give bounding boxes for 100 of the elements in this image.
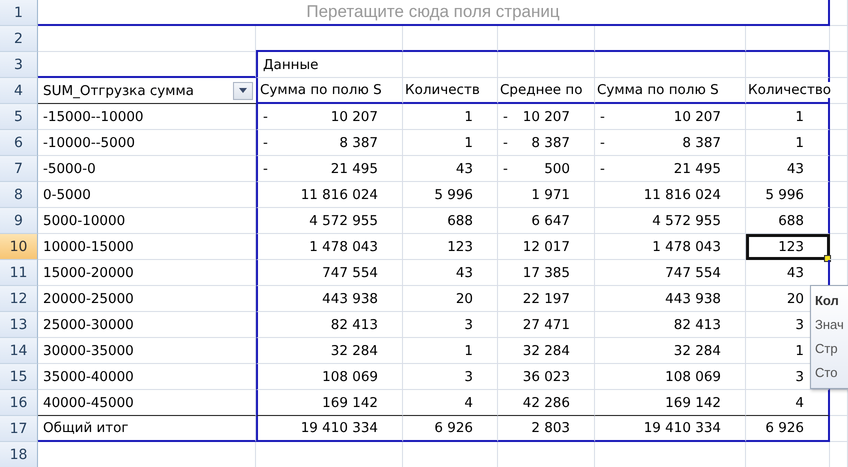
table-cell: 3	[403, 312, 498, 338]
table-cell	[830, 208, 848, 234]
table-cell: 32 284	[595, 338, 746, 364]
row-header[interactable]: 10	[0, 234, 38, 260]
row-header[interactable]: 11	[0, 260, 38, 286]
table-cell	[830, 182, 848, 208]
table-cell: 1 478 043	[256, 234, 403, 260]
table-cell: 5 996	[746, 182, 830, 208]
table-cell: - 8 387	[498, 130, 595, 156]
table-cell	[830, 78, 848, 104]
table-cell: 1	[746, 130, 830, 156]
row-label: 20000-25000	[43, 290, 134, 306]
table-cell: - 500	[498, 156, 595, 182]
table-cell: 1	[403, 338, 498, 364]
table-cell: 443 938	[595, 286, 746, 312]
row-header[interactable]: 7	[0, 156, 38, 182]
row-label: 5000-10000	[43, 212, 126, 228]
table-cell: 19 410 334	[595, 416, 746, 442]
table-cell: - 10 207	[498, 104, 595, 130]
table-cell	[830, 26, 848, 52]
row-header[interactable]: 18	[0, 442, 38, 467]
table-cell: 20	[403, 286, 498, 312]
row-header[interactable]: 6	[0, 130, 38, 156]
table-cell: 688	[746, 208, 830, 234]
row-header[interactable]: 3	[0, 52, 38, 78]
table-cell: 32 284	[498, 338, 595, 364]
row-label: 40000-45000	[43, 394, 134, 410]
data-label: Данные	[256, 52, 403, 78]
table-cell: 6 647	[498, 208, 595, 234]
table-cell: 5 996	[403, 182, 498, 208]
row-label: Общий итог	[43, 420, 128, 436]
table-cell: 43	[403, 156, 498, 182]
column-header: Среднее по	[500, 82, 582, 98]
table-cell	[830, 390, 848, 416]
table-cell: 43	[746, 156, 830, 182]
row-label: -5000-0	[43, 160, 96, 176]
caret-icon	[239, 88, 247, 93]
row-label: 0-5000	[43, 186, 91, 202]
table-cell: 22 197	[498, 286, 595, 312]
row-header[interactable]: 14	[0, 338, 38, 364]
column-header: Сумма по полю S	[597, 82, 719, 98]
table-cell: 1 971	[498, 182, 595, 208]
row-header[interactable]: 2	[0, 26, 38, 52]
row-header[interactable]: 12	[0, 286, 38, 312]
table-cell: - 10 207	[256, 104, 403, 130]
row-label: -15000--10000	[43, 108, 144, 124]
table-cell: - 10 207	[595, 104, 746, 130]
row-header[interactable]: 16	[0, 390, 38, 416]
table-cell: 4	[403, 390, 498, 416]
filter-dropdown-button[interactable]	[233, 82, 253, 100]
table-cell: 1	[746, 104, 830, 130]
table-cell: 747 554	[595, 260, 746, 286]
table-cell: 108 069	[256, 364, 403, 390]
table-cell: 1	[403, 104, 498, 130]
fill-handle[interactable]	[824, 255, 831, 262]
table-cell: 6 926	[746, 416, 830, 442]
table-cell: - 21 495	[256, 156, 403, 182]
table-cell: 12 017	[498, 234, 595, 260]
table-cell	[830, 52, 848, 78]
table-cell: 123	[746, 234, 830, 260]
table-cell	[830, 130, 848, 156]
table-cell: 2 803	[498, 416, 595, 442]
column-header: Сумма по полю S	[260, 82, 382, 98]
row-header[interactable]: 4	[0, 78, 38, 104]
table-cell	[830, 156, 848, 182]
table-cell: 11 816 024	[595, 182, 746, 208]
table-cell: 443 938	[256, 286, 403, 312]
table-cell: 82 413	[595, 312, 746, 338]
table-cell: 169 142	[595, 390, 746, 416]
table-cell: 747 554	[256, 260, 403, 286]
table-cell: 36 023	[498, 364, 595, 390]
table-cell: 6 926	[403, 416, 498, 442]
table-cell	[830, 416, 848, 442]
row-header[interactable]: 15	[0, 364, 38, 390]
table-cell: 43	[403, 260, 498, 286]
table-cell: 4 572 955	[256, 208, 403, 234]
row-label: 10000-15000	[43, 238, 134, 254]
table-cell: 108 069	[595, 364, 746, 390]
table-cell	[830, 104, 848, 130]
table-cell: 17 385	[498, 260, 595, 286]
row-field-label: SUM_Отгрузка сумма	[43, 82, 194, 98]
table-cell: 32 284	[256, 338, 403, 364]
row-header[interactable]: 5	[0, 104, 38, 130]
row-label: 15000-20000	[43, 264, 134, 280]
table-cell: 1 478 043	[595, 234, 746, 260]
row-header[interactable]: 1	[0, 0, 38, 26]
table-cell: 688	[403, 208, 498, 234]
table-cell: 42 286	[498, 390, 595, 416]
table-cell: 19 410 334	[256, 416, 403, 442]
row-label: 30000-35000	[43, 342, 134, 358]
row-header[interactable]: 8	[0, 182, 38, 208]
table-cell: 4 572 955	[595, 208, 746, 234]
table-cell: 123	[403, 234, 498, 260]
row-header[interactable]: 9	[0, 208, 38, 234]
table-cell: 11 816 024	[256, 182, 403, 208]
row-header[interactable]: 13	[0, 312, 38, 338]
row-header[interactable]: 17	[0, 416, 38, 442]
column-header: Количество	[748, 82, 832, 98]
table-cell: - 21 495	[595, 156, 746, 182]
table-cell: 169 142	[256, 390, 403, 416]
